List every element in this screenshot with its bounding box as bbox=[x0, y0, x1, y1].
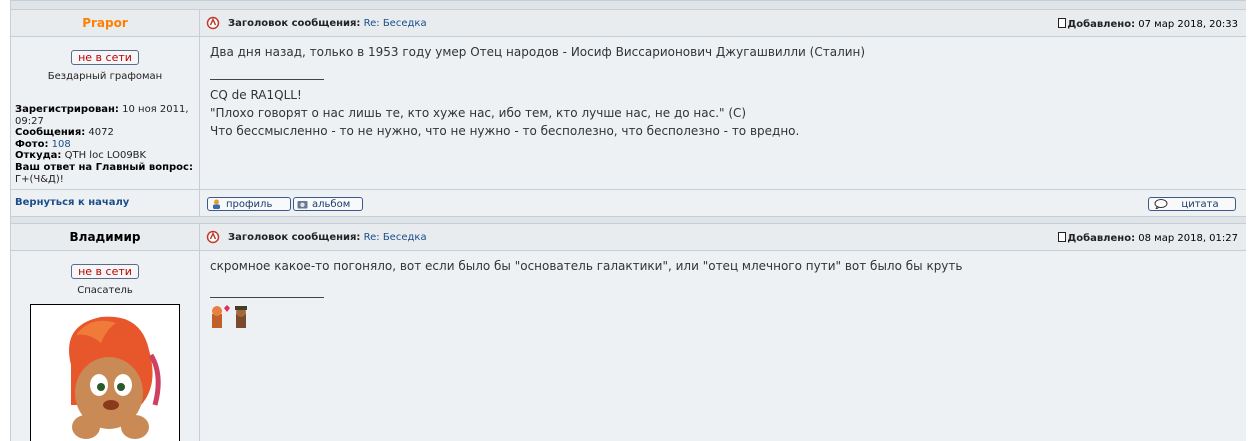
user-rank: Бездарный графоман bbox=[47, 71, 163, 82]
chip-and-dale-signature-image bbox=[212, 305, 247, 328]
post-message: скромное какое-то погоняло, вот если был… bbox=[210, 259, 963, 273]
document-icon bbox=[1058, 232, 1067, 242]
post-date: Добавлено: 07 мар 2018, 20:33 bbox=[1058, 18, 1238, 30]
user-details: Зарегистрирован: 10 ноя 2011, 09:27 Сооб… bbox=[15, 104, 193, 185]
post-subject: Заголовок сообщения: Re: Беседка bbox=[228, 232, 427, 243]
document-icon bbox=[1058, 18, 1067, 28]
author-profile: не в сети Спасатель bbox=[11, 264, 199, 441]
camera-icon bbox=[297, 201, 308, 209]
post-message: Два дня назад, только в 1953 году умер О… bbox=[210, 45, 866, 59]
user-rank: Спасатель bbox=[77, 285, 133, 296]
signature-divider bbox=[210, 79, 324, 80]
author-name[interactable]: Prapor bbox=[11, 10, 199, 36]
offline-status-button[interactable]: не в сети bbox=[71, 50, 139, 65]
photo-count-link[interactable]: 108 bbox=[52, 139, 71, 150]
post-icon bbox=[206, 230, 220, 244]
offline-status-button[interactable]: не в сети bbox=[71, 264, 139, 279]
author-name[interactable]: Владимир bbox=[11, 224, 199, 250]
signature-line: "Плохо говорят о нас лишь те, кто хуже н… bbox=[210, 106, 747, 120]
post-header: Prapor Заголовок сообщения: Re: Беседка … bbox=[10, 9, 1246, 37]
author-profile: не в сети Бездарный графоман Зарегистрир… bbox=[11, 50, 199, 185]
post-icon bbox=[206, 16, 220, 30]
subject-link[interactable]: Re: Беседка bbox=[364, 232, 427, 243]
post-subject: Заголовок сообщения: Re: Беседка bbox=[228, 18, 427, 29]
quote-button[interactable]: цитата bbox=[1148, 197, 1236, 211]
back-to-top-link[interactable]: Вернуться к началу bbox=[11, 190, 199, 216]
post-body: Два дня назад, только в 1953 году умер О… bbox=[200, 37, 1246, 146]
user-icon bbox=[213, 199, 220, 209]
post-body: скромное какое-то погоняло, вот если был… bbox=[200, 251, 1246, 343]
posts-table: Prapor Заголовок сообщения: Re: Беседка … bbox=[10, 0, 1246, 441]
signature-line: Что бессмысленно - то не нужно, что не н… bbox=[210, 124, 800, 138]
signature-divider bbox=[210, 297, 324, 298]
post-date: Добавлено: 08 мар 2018, 01:27 bbox=[1058, 232, 1238, 244]
signature-line: CQ de RA1QLL! bbox=[210, 88, 302, 102]
profile-button[interactable]: профиль bbox=[207, 197, 291, 211]
album-button[interactable]: альбом bbox=[293, 197, 363, 211]
avatar bbox=[30, 304, 180, 441]
post-header: Владимир Заголовок сообщения: Re: Беседк… bbox=[10, 223, 1246, 251]
quote-icon bbox=[1154, 199, 1168, 209]
subject-link[interactable]: Re: Беседка bbox=[364, 18, 427, 29]
cartoon-avatar-image bbox=[31, 305, 179, 441]
